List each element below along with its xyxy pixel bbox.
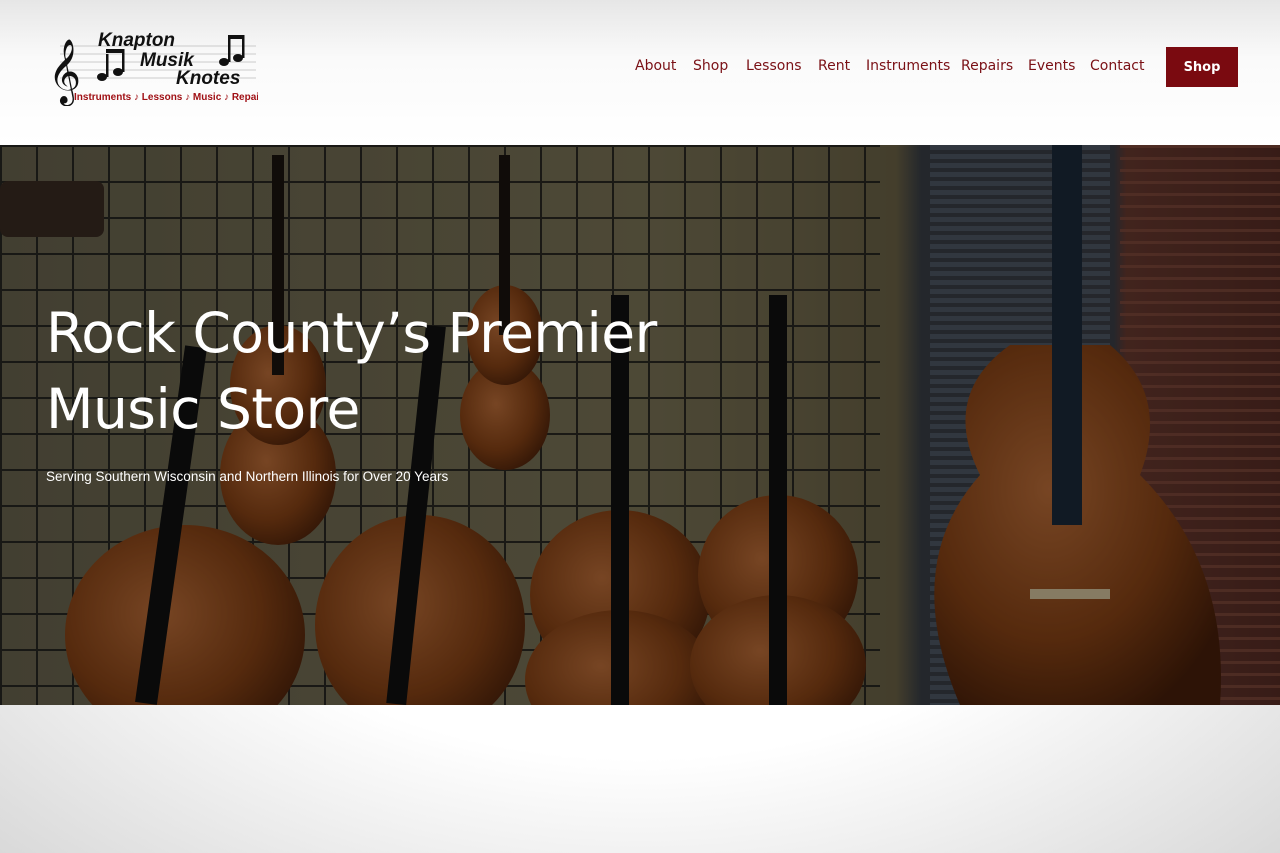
nav-link-repairs[interactable]: Repairs bbox=[961, 58, 1013, 74]
main-nav: About Shop Lessons Rent Instruments Repa… bbox=[0, 58, 1280, 78]
logo-line1: Knapton bbox=[98, 30, 175, 51]
nav-link-events[interactable]: Events bbox=[1028, 58, 1075, 74]
nav-link-instruments[interactable]: Instruments bbox=[866, 58, 950, 74]
nav-link-about[interactable]: About bbox=[635, 58, 676, 74]
nav-link-rent[interactable]: Rent bbox=[818, 58, 850, 74]
site-header: 𝄞 Knapton Musik Knotes Instruments ♪ Les… bbox=[0, 0, 1280, 145]
nav-link-lessons[interactable]: Lessons bbox=[746, 58, 802, 74]
content-section bbox=[0, 705, 1280, 853]
section-heading-peek bbox=[420, 845, 720, 853]
hero-section: Rock County’s Premier Music Store Servin… bbox=[0, 145, 1280, 705]
hero-subtitle: Serving Southern Wisconsin and Northern … bbox=[46, 469, 449, 484]
logo-tagline: Instruments ♪ Lessons ♪ Music ♪ Repairs bbox=[74, 92, 258, 103]
shop-button[interactable]: Shop bbox=[1166, 47, 1238, 87]
nav-link-shop[interactable]: Shop bbox=[693, 58, 728, 74]
nav-link-contact[interactable]: Contact bbox=[1090, 58, 1144, 74]
hero-title: Rock County’s Premier Music Store bbox=[46, 301, 657, 441]
